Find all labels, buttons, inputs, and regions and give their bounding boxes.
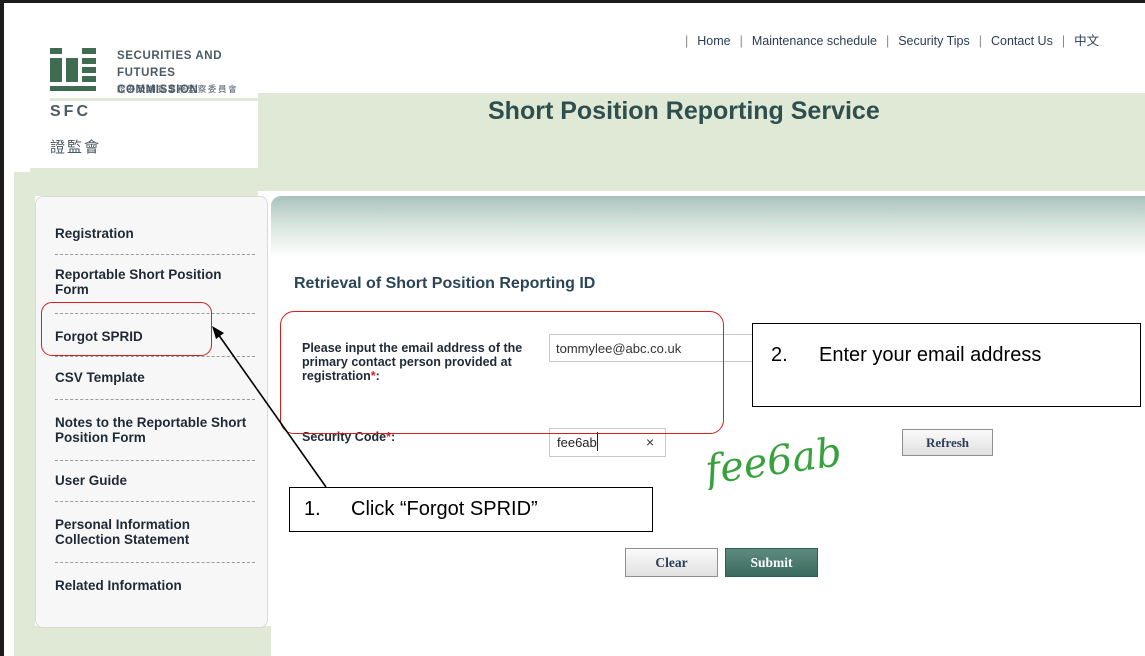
- submit-button[interactable]: Submit: [725, 548, 818, 577]
- sidebar-item-registration[interactable]: Registration: [55, 226, 255, 241]
- captcha-text: fee6ab: [699, 432, 844, 490]
- frame-border-top: [0, 0, 1145, 3]
- frame-border-left: [0, 0, 4, 656]
- step1-callout: 1. Click “Forgot SPRID”: [289, 487, 653, 532]
- sidebar-divider: [55, 356, 255, 357]
- site-title: Short Position Reporting Service: [488, 97, 880, 125]
- logo-bottom-line: [30, 168, 258, 172]
- sidebar-item-csv-template[interactable]: CSV Template: [55, 370, 255, 385]
- sfc-logo-icon: [50, 48, 96, 92]
- security-code-value: fee6ab: [557, 435, 597, 450]
- forgot-sprid-highlight-box: [41, 302, 212, 356]
- sidebar-divider: [55, 460, 255, 461]
- nav-maintenance-schedule[interactable]: Maintenance schedule: [752, 34, 877, 48]
- captcha-image: fee6ab: [699, 432, 844, 490]
- sidebar-divider: [55, 562, 255, 563]
- refresh-button[interactable]: Refresh: [902, 429, 993, 456]
- step1-number: 1.: [304, 498, 321, 520]
- nav-contact-us[interactable]: Contact Us: [991, 34, 1053, 48]
- sidebar-divider: [55, 501, 255, 502]
- sidebar-item-personal-information[interactable]: Personal Information Collection Statemen…: [55, 517, 255, 547]
- nav-home[interactable]: Home: [697, 34, 730, 48]
- step2-callout: 2. Enter your email address: [752, 323, 1141, 407]
- top-nav: | Home | Maintenance schedule | Security Tips…: [685, 34, 1100, 48]
- left-green-strip: [14, 172, 35, 656]
- logo-divider: [50, 98, 258, 101]
- sidebar-item-reportable-short-position-form[interactable]: Reportable Short Position Form: [55, 267, 255, 297]
- clear-input-icon[interactable]: ×: [646, 434, 654, 450]
- clear-button[interactable]: Clear: [625, 548, 718, 577]
- sfc-logo[interactable]: SECURITIES AND FUTURES COMMISSION 證券及期貨事…: [30, 36, 258, 172]
- sidebar-divider: [55, 254, 255, 255]
- sidebar-item-user-guide[interactable]: User Guide: [55, 473, 255, 488]
- sidebar-item-related-information[interactable]: Related Information: [55, 578, 255, 593]
- page-heading: Retrieval of Short Position Reporting ID: [294, 275, 596, 292]
- step1-text: Click “Forgot SPRID”: [351, 498, 538, 520]
- sidebar-item-notes[interactable]: Notes to the Reportable Short Position F…: [55, 415, 255, 445]
- sidebar: Registration Reportable Short Position F…: [35, 196, 268, 628]
- nav-security-tips[interactable]: Security Tips: [898, 34, 970, 48]
- left-green-band: [14, 172, 258, 196]
- page-frame: SECURITIES AND FUTURES COMMISSION 證券及期貨事…: [0, 0, 1145, 656]
- logo-name-zh: 證券及期貨事務監察委員會: [117, 84, 239, 94]
- nav-chinese[interactable]: 中文: [1074, 34, 1099, 48]
- logo-abbr: SFC: [50, 103, 91, 120]
- text-caret: [597, 432, 598, 451]
- sidebar-divider: [55, 399, 255, 400]
- logo-abbr-zh: 證監會: [50, 139, 102, 156]
- left-bottom-band: [14, 626, 276, 656]
- content-header-band: [271, 196, 1145, 258]
- step2-number: 2.: [771, 344, 788, 366]
- email-highlight-box: [280, 311, 724, 434]
- step2-text: Enter your email address: [819, 344, 1042, 366]
